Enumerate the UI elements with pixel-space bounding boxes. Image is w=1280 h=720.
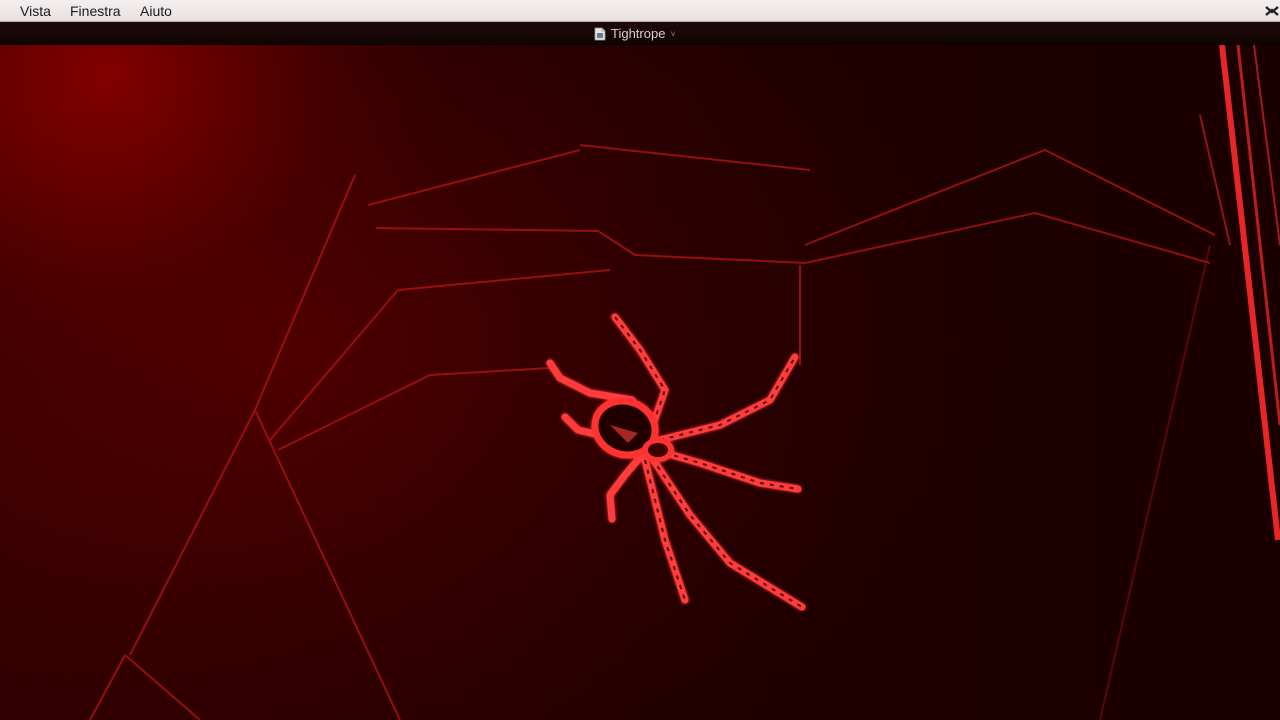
menu-aiuto[interactable]: Aiuto xyxy=(140,3,172,19)
title-chevron-icon[interactable]: ˅ xyxy=(670,27,675,41)
spider-image xyxy=(0,45,1280,720)
menu-vista[interactable]: Vista xyxy=(20,3,51,19)
menu-finestra[interactable]: Finestra xyxy=(70,3,121,19)
document-icon xyxy=(594,27,606,41)
window-title-group[interactable]: Tightrope ˅ xyxy=(594,26,676,42)
image-shade xyxy=(0,45,1280,720)
image-viewer xyxy=(0,45,1280,720)
window-title-bar: Tightrope ˅ xyxy=(0,22,1280,45)
menu-bar: Vista Finestra Aiuto xyxy=(0,0,1280,22)
status-menu-icon[interactable] xyxy=(1264,3,1280,19)
window-title: Tightrope xyxy=(611,26,666,41)
